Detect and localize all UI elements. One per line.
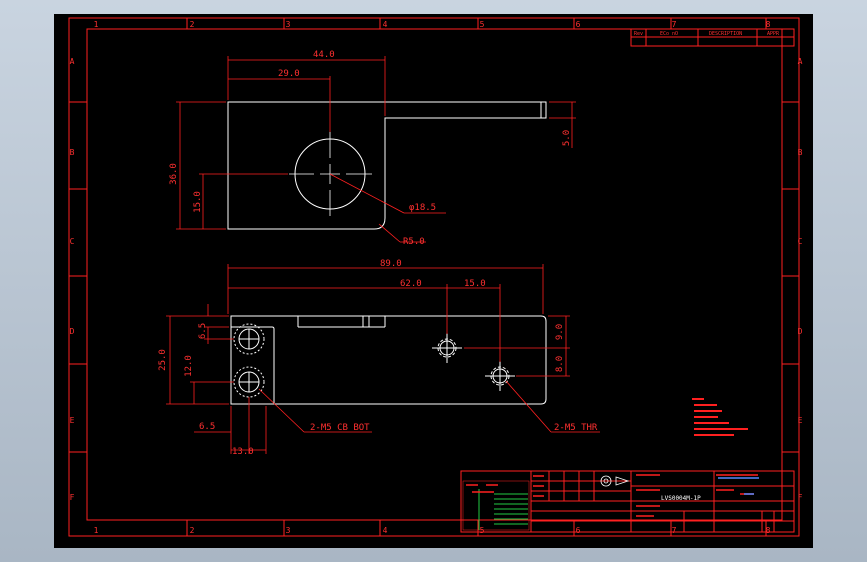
col-label: 2 xyxy=(190,20,195,29)
top-view-dimension-lines xyxy=(176,56,576,243)
dim-h1-y: 9.0 xyxy=(555,324,565,340)
dim-hole-x: 29.0 xyxy=(278,69,300,79)
dim-top-offset: 6.5 xyxy=(198,323,208,339)
appr-header: APPR xyxy=(767,31,780,37)
eco-header: ECo nO xyxy=(660,31,678,37)
col-label: 6 xyxy=(576,20,581,29)
col-label: 8 xyxy=(766,526,771,535)
dim-cb-pitch: 13.0 xyxy=(232,447,254,457)
row-label: C xyxy=(798,237,803,246)
dim-height: 36.0 xyxy=(169,163,179,185)
col-label: 5 xyxy=(480,20,485,29)
revision-block: Rev ECo nO DESCRIPTION APPR xyxy=(630,28,795,47)
row-label: F xyxy=(70,493,75,502)
dim-hole1-x: 62.0 xyxy=(400,279,422,289)
dim-hole-y: 15.0 xyxy=(193,191,203,213)
col-label: 4 xyxy=(383,526,388,535)
col-label: 2 xyxy=(190,526,195,535)
counterbore-hole-2 xyxy=(233,366,265,398)
row-labels: A B C D E F A B C D E F xyxy=(70,57,803,502)
front-view-outline xyxy=(230,315,547,405)
callout-cb-bot: 2-M5 CB BOT xyxy=(310,423,370,433)
row-label: E xyxy=(70,416,75,425)
row-label: C xyxy=(70,237,75,246)
col-label: 1 xyxy=(94,526,99,535)
col-label: 7 xyxy=(672,20,677,29)
threaded-hole-1 xyxy=(432,333,462,363)
row-label: F xyxy=(798,493,803,502)
rev-header: Rev xyxy=(634,31,643,37)
dim-left-offset: 6.5 xyxy=(199,422,215,432)
dim-tab-thickness: 5.0 xyxy=(562,130,572,146)
top-view-outline xyxy=(227,101,547,230)
col-label: 5 xyxy=(480,526,485,535)
callout-thr: 2-M5 THR xyxy=(554,423,598,433)
description-header: DESCRIPTION xyxy=(709,31,742,37)
row-label: B xyxy=(70,148,75,157)
radius-callout: R5.0 xyxy=(403,237,425,247)
technical-notes xyxy=(692,398,748,436)
dim-overall-width: 44.0 xyxy=(313,50,335,60)
dim-length: 89.0 xyxy=(380,259,402,269)
row-label: A xyxy=(70,57,75,66)
col-label: 7 xyxy=(672,526,677,535)
counterbore-hole-1 xyxy=(233,323,265,355)
row-label: E xyxy=(798,416,803,425)
column-labels: 1 2 3 4 5 6 7 8 1 2 3 4 5 6 7 8 xyxy=(94,20,771,535)
row-label: D xyxy=(798,327,803,336)
col-label: 6 xyxy=(576,526,581,535)
row-label: A xyxy=(798,57,803,66)
drawing-number: LVS0004M-1P xyxy=(661,495,701,502)
cad-drawing: 1 2 3 4 5 6 7 8 1 2 3 4 5 6 7 8 A B C D … xyxy=(68,17,803,537)
col-label: 3 xyxy=(286,20,291,29)
inner-border xyxy=(86,28,783,521)
dim-cb-y: 12.0 xyxy=(184,355,194,377)
zone-ticks xyxy=(69,18,799,536)
row-label: B xyxy=(798,148,803,157)
dim-hole-spacing: 15.0 xyxy=(464,279,486,289)
col-label: 4 xyxy=(383,20,388,29)
title-block: LVS0004M-1P xyxy=(460,470,795,533)
col-label: 3 xyxy=(286,526,291,535)
outer-border xyxy=(68,17,800,537)
hole-diameter-callout: φ18.5 xyxy=(409,203,436,213)
dim-h2-y: 8.0 xyxy=(555,356,565,372)
col-label: 1 xyxy=(94,20,99,29)
drawing-canvas: 1 2 3 4 5 6 7 8 1 2 3 4 5 6 7 8 A B C D … xyxy=(54,14,813,548)
dim-front-height: 25.0 xyxy=(158,349,168,371)
col-label: 8 xyxy=(766,20,771,29)
row-label: D xyxy=(70,327,75,336)
